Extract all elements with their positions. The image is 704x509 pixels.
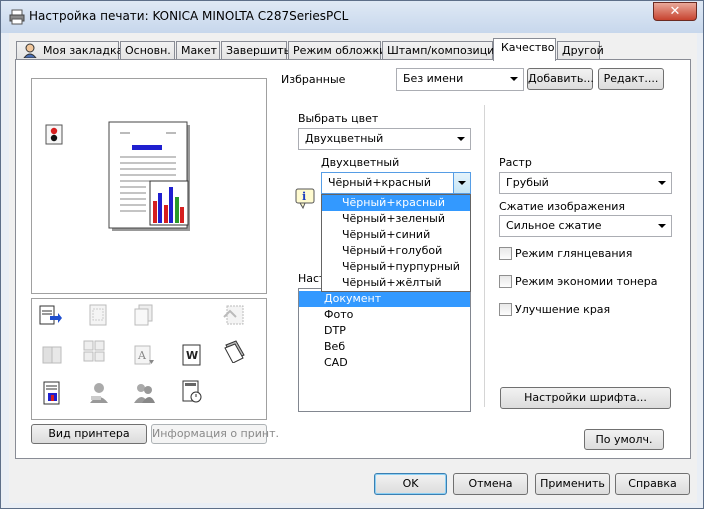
two-color-dropdown[interactable]: Чёрный+красный: [321, 172, 471, 194]
user-icon: [23, 43, 37, 58]
printer-info-button[interactable]: Информация о принт.: [151, 424, 279, 444]
info-icon: i: [295, 188, 315, 210]
tab-finishing[interactable]: Завершить: [221, 41, 290, 60]
tab-quality[interactable]: Качество: [493, 38, 556, 61]
print-settings-window: Настройка печати: KONICA MINOLTA C287Ser…: [0, 0, 704, 509]
chevron-down-icon: [457, 137, 465, 141]
list-item[interactable]: DTP: [299, 323, 470, 339]
option-black-green[interactable]: Чёрный+зеленый: [322, 211, 470, 227]
document-type-list[interactable]: Документ Фото DTP Веб CAD: [298, 288, 471, 412]
tab-my-tab[interactable]: Моя закладка: [16, 41, 123, 60]
font-settings-button[interactable]: Настройки шрифта...: [500, 387, 671, 409]
document-preview-icon: [108, 121, 190, 231]
paper-feed-icon: [39, 305, 62, 325]
close-button[interactable]: ✕: [653, 2, 697, 21]
chevron-down-icon: [658, 181, 666, 185]
cancel-button[interactable]: Отмена: [453, 473, 528, 495]
user-auth-icon: [90, 383, 108, 403]
svg-text:i: i: [302, 190, 306, 203]
select-color-value: Двухцветный: [305, 132, 384, 145]
chevron-down-icon: [458, 181, 466, 185]
select-color-label: Выбрать цвет: [298, 112, 379, 125]
gloss-mode-label: Режим глянцевания: [515, 247, 633, 260]
edge-enhance-checkbox[interactable]: [499, 303, 512, 316]
header-footer-icon: [182, 380, 202, 403]
edge-enhance-label: Улучшение края: [515, 303, 611, 316]
tab-other[interactable]: Другой: [557, 41, 604, 60]
option-black-cyan[interactable]: Чёрный+голубой: [322, 243, 470, 259]
multi-page-icon: [83, 340, 105, 362]
punch-icon: [223, 305, 244, 325]
favorites-label: Избранные: [281, 73, 346, 86]
overlay-icon: [224, 340, 245, 363]
list-item[interactable]: CAD: [299, 355, 470, 371]
tab-stamp[interactable]: Штамп/композиция: [382, 41, 501, 60]
compression-label: Сжатие изображения: [499, 200, 626, 213]
edit-favorite-button[interactable]: Редакт....: [598, 68, 664, 90]
tab-label: Моя закладка: [43, 44, 124, 57]
raster-dropdown[interactable]: Грубый: [499, 172, 672, 194]
favorites-value: Без имени: [403, 72, 464, 85]
list-item[interactable]: Фото: [299, 307, 470, 323]
font-icon: A: [134, 345, 154, 365]
chevron-down-icon: [510, 77, 518, 81]
svg-text:W: W: [186, 349, 198, 362]
defaults-button[interactable]: По умолч.: [584, 429, 664, 450]
tab-layout[interactable]: Макет: [176, 41, 220, 60]
compression-dropdown[interactable]: Сильное сжатие: [499, 215, 672, 237]
booklet-icon: [42, 346, 62, 364]
two-color-value: Чёрный+красный: [328, 176, 431, 189]
window-title: Настройка печати: KONICA MINOLTA C287Ser…: [29, 9, 349, 23]
toner-save-label: Режим экономии тонера: [515, 275, 658, 288]
two-color-label: Двухцветный: [321, 156, 400, 169]
gloss-mode-checkbox[interactable]: [499, 247, 512, 260]
option-black-magenta[interactable]: Чёрный+пурпурный: [322, 259, 470, 275]
chevron-down-icon: [658, 224, 666, 228]
document-icon: [43, 381, 60, 405]
page-preview: [31, 78, 267, 294]
staple-icon: [89, 304, 107, 326]
favorites-dropdown[interactable]: Без имени: [396, 68, 524, 91]
printer-features-panel: A W: [31, 298, 267, 420]
title-bar[interactable]: Настройка печати: KONICA MINOLTA C287Ser…: [1, 1, 703, 33]
list-item[interactable]: Веб: [299, 339, 470, 355]
list-item[interactable]: Документ: [299, 291, 470, 307]
raster-label: Растр: [499, 156, 532, 169]
copies-icon: [134, 304, 153, 326]
apply-button[interactable]: Применить: [535, 473, 610, 495]
svg-text:A: A: [137, 349, 147, 362]
compression-value: Сильное сжатие: [506, 219, 602, 232]
tab-basic[interactable]: Основн.: [120, 41, 175, 60]
select-color-dropdown[interactable]: Двухцветный: [298, 128, 471, 150]
option-black-red[interactable]: Чёрный+красный: [322, 195, 470, 211]
color-mode-icon: [45, 124, 63, 145]
option-black-yellow[interactable]: Чёрный+жёлтый: [322, 275, 470, 291]
help-button[interactable]: Справка: [615, 473, 690, 495]
watermark-icon: W: [182, 344, 201, 366]
account-track-icon: [134, 384, 155, 403]
raster-value: Грубый: [506, 176, 549, 189]
toner-save-checkbox[interactable]: [499, 275, 512, 288]
column-divider: [484, 105, 485, 407]
tab-cover-mode[interactable]: Режим обложки: [288, 41, 386, 60]
add-favorite-button[interactable]: Добавить...: [527, 68, 594, 90]
ok-button[interactable]: OK: [374, 473, 447, 495]
option-black-blue[interactable]: Чёрный+синий: [322, 227, 470, 243]
printer-view-button[interactable]: Вид принтера: [31, 424, 147, 444]
two-color-options-list: Чёрный+красный Чёрный+зеленый Чёрный+син…: [321, 194, 471, 292]
printer-icon: [9, 9, 25, 25]
